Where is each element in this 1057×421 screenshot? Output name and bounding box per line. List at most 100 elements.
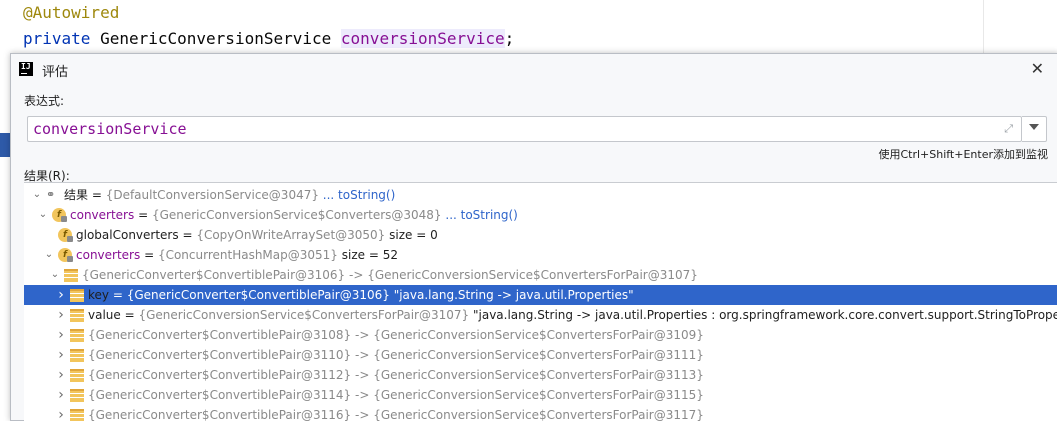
tree-row-text: {GenericConverter$ConvertiblePair@3108} … <box>88 325 704 345</box>
close-icon[interactable]: ✕ <box>1031 59 1044 78</box>
tree-row[interactable]: ⌄ f converters = {ConcurrentHashMap@3051} … <box>24 245 1057 265</box>
field-icon: f <box>52 208 67 222</box>
expand-icon[interactable]: ⤢ <box>1004 122 1013 136</box>
lock-icon <box>67 236 73 242</box>
tree-row-text: value = {GenericConversionService$Conver… <box>88 305 1057 325</box>
type-name: GenericConversionService <box>100 29 332 48</box>
equals-sign: = <box>140 248 158 262</box>
chevron-right-icon[interactable]: › <box>56 345 66 365</box>
variable-value: {GenericConverter$ConvertiblePair@3106} <box>82 268 346 282</box>
list-icon <box>70 409 84 421</box>
field-icon: f <box>58 228 73 242</box>
lock-icon <box>61 216 67 222</box>
variable-name: value <box>88 308 121 322</box>
variable-name: globalConverters <box>76 228 179 242</box>
expression-text[interactable]: conversionService <box>33 120 187 138</box>
list-icon <box>70 349 84 362</box>
variable-value: {GenericConverter$ConvertiblePair@3114} <box>88 388 352 402</box>
chevron-down-icon[interactable]: ⌄ <box>32 185 42 205</box>
variable-value: {GenericConverter$ConvertiblePair@3112} <box>88 368 352 382</box>
tree-row[interactable]: ⌄ {GenericConverter$ConvertiblePair@3106}… <box>24 265 1057 285</box>
tree-row[interactable]: ⌄ ⚭ 结果 = {DefaultConversionService@3047} .… <box>24 185 1057 205</box>
expression-input[interactable]: conversionService ⤢ <box>27 116 1022 142</box>
history-dropdown-button[interactable] <box>1022 116 1047 142</box>
tree-row[interactable]: › {GenericConverter$ConvertiblePair@3114}… <box>24 385 1057 405</box>
list-icon <box>70 389 84 402</box>
variable-value: {GenericConversionService$ConvertersForP… <box>138 308 470 322</box>
tree-row-text: {GenericConverter$ConvertiblePair@3106} … <box>82 265 698 285</box>
variable-value: {CopyOnWriteArraySet@3050} <box>196 228 386 242</box>
code-line-annotation: @Autowired <box>23 3 120 22</box>
result-tree[interactable]: ⌄ ⚭ 结果 = {DefaultConversionService@3047} .… <box>24 182 1057 421</box>
list-icon <box>70 369 84 382</box>
add-to-watches-hint: 使用Ctrl+Shift+Enter添加到监视 <box>878 148 1048 161</box>
chevron-right-icon[interactable]: › <box>56 305 66 325</box>
list-icon <box>70 309 84 322</box>
tree-row[interactable]: f globalConverters = {CopyOnWriteArraySet… <box>24 225 1057 245</box>
chevron-down-icon <box>1029 124 1039 130</box>
chevron-down-icon[interactable]: ⌄ <box>50 265 60 285</box>
chevron-right-icon[interactable]: › <box>56 365 66 385</box>
tree-row-text: converters = {ConcurrentHashMap@3051} si… <box>76 245 398 265</box>
variable-name: converters <box>70 208 135 222</box>
variable-value: {GenericConverter$ConvertiblePair@3106} <box>126 288 390 302</box>
field-icon: f <box>58 248 73 262</box>
tostring-link[interactable]: ... toString() <box>442 208 517 222</box>
chevron-down-icon[interactable]: ⌄ <box>38 205 48 225</box>
tree-row-text: 结果 = {DefaultConversionService@3047} ...… <box>64 185 395 205</box>
chevron-down-icon[interactable]: ⌄ <box>44 245 54 265</box>
variable-extra: -> {GenericConversionService$ConvertersF… <box>351 388 704 402</box>
equals-sign: = <box>109 288 127 302</box>
tostring-link[interactable]: ... toString() <box>319 188 395 202</box>
chevron-right-icon[interactable]: › <box>56 385 66 405</box>
code-line-field: private GenericConversionService convers… <box>23 29 514 48</box>
equals-sign: = <box>88 188 106 202</box>
code-editor: @Autowired private GenericConversionServ… <box>0 0 1057 60</box>
variable-value: {GenericConverter$ConvertiblePair@3116} <box>88 408 352 421</box>
lock-icon <box>67 256 73 262</box>
chevron-right-icon[interactable]: › <box>56 325 66 345</box>
variable-value: {GenericConverter$ConvertiblePair@3108} <box>88 328 352 342</box>
dialog-titlebar[interactable]: IJ 评估 ✕ <box>11 54 1057 84</box>
variable-extra: "java.lang.String -> java.util.Propertie… <box>389 288 634 302</box>
variable-extra: -> {GenericConversionService$ConvertersF… <box>351 368 704 382</box>
variable-value: {GenericConverter$ConvertiblePair@3110} <box>88 348 352 362</box>
expression-label: 表达式: <box>24 94 65 108</box>
list-icon <box>70 329 84 342</box>
tree-row[interactable]: › {GenericConverter$ConvertiblePair@3108}… <box>24 325 1057 345</box>
tree-row-text: {GenericConverter$ConvertiblePair@3112} … <box>88 365 704 385</box>
field-name[interactable]: conversionService <box>340 29 505 48</box>
tree-row-text: {GenericConverter$ConvertiblePair@3110} … <box>88 345 704 365</box>
variable-name: key <box>88 288 110 302</box>
variable-value: {DefaultConversionService@3047} <box>105 188 319 202</box>
tree-row-text: {GenericConverter$ConvertiblePair@3114} … <box>88 385 704 405</box>
evaluate-dialog: IJ 评估 ✕ 表达式: conversionService ⤢ 使用Ctrl+… <box>10 53 1057 421</box>
tree-row[interactable]: › {GenericConverter$ConvertiblePair@3112}… <box>24 365 1057 385</box>
list-icon <box>70 289 84 302</box>
tree-row[interactable]: › key = {GenericConverter$ConvertiblePair… <box>24 285 1057 305</box>
list-icon <box>64 269 78 282</box>
intellij-logo-icon: IJ <box>19 62 33 76</box>
tree-row-text: key = {GenericConverter$ConvertiblePair@… <box>88 285 634 305</box>
equals-sign: = <box>120 308 139 322</box>
watch-icon: ⚭ <box>46 188 56 201</box>
variable-extra: "java.lang.String -> java.util.Propertie… <box>469 308 1057 322</box>
equals-sign: = <box>134 208 152 222</box>
variable-value: {GenericConversionService$Converters@304… <box>151 208 442 222</box>
semicolon: ; <box>504 29 515 48</box>
equals-sign: = <box>178 228 197 242</box>
variable-extra: -> {GenericConversionService$ConvertersF… <box>351 328 704 342</box>
variable-extra: -> {GenericConversionService$ConvertersF… <box>351 348 704 362</box>
variable-extra: -> {GenericConversionService$ConvertersF… <box>351 408 704 421</box>
tree-row[interactable]: › value = {GenericConversionService$Conve… <box>24 305 1057 325</box>
variable-value: {ConcurrentHashMap@3051} <box>157 248 338 262</box>
tree-row[interactable]: › {GenericConverter$ConvertiblePair@3110}… <box>24 345 1057 365</box>
tree-row-text: globalConverters = {CopyOnWriteArraySet@… <box>76 225 438 245</box>
tree-row-text: converters = {GenericConversionService$C… <box>70 205 518 225</box>
keyword-private: private <box>23 29 91 48</box>
right-margin-line <box>983 0 984 60</box>
tree-row[interactable]: ⌄ f converters = {GenericConversionService… <box>24 205 1057 225</box>
variable-extra: size = 0 <box>385 228 438 242</box>
editor-selection-marker <box>0 133 10 157</box>
chevron-right-icon[interactable]: › <box>56 285 66 305</box>
